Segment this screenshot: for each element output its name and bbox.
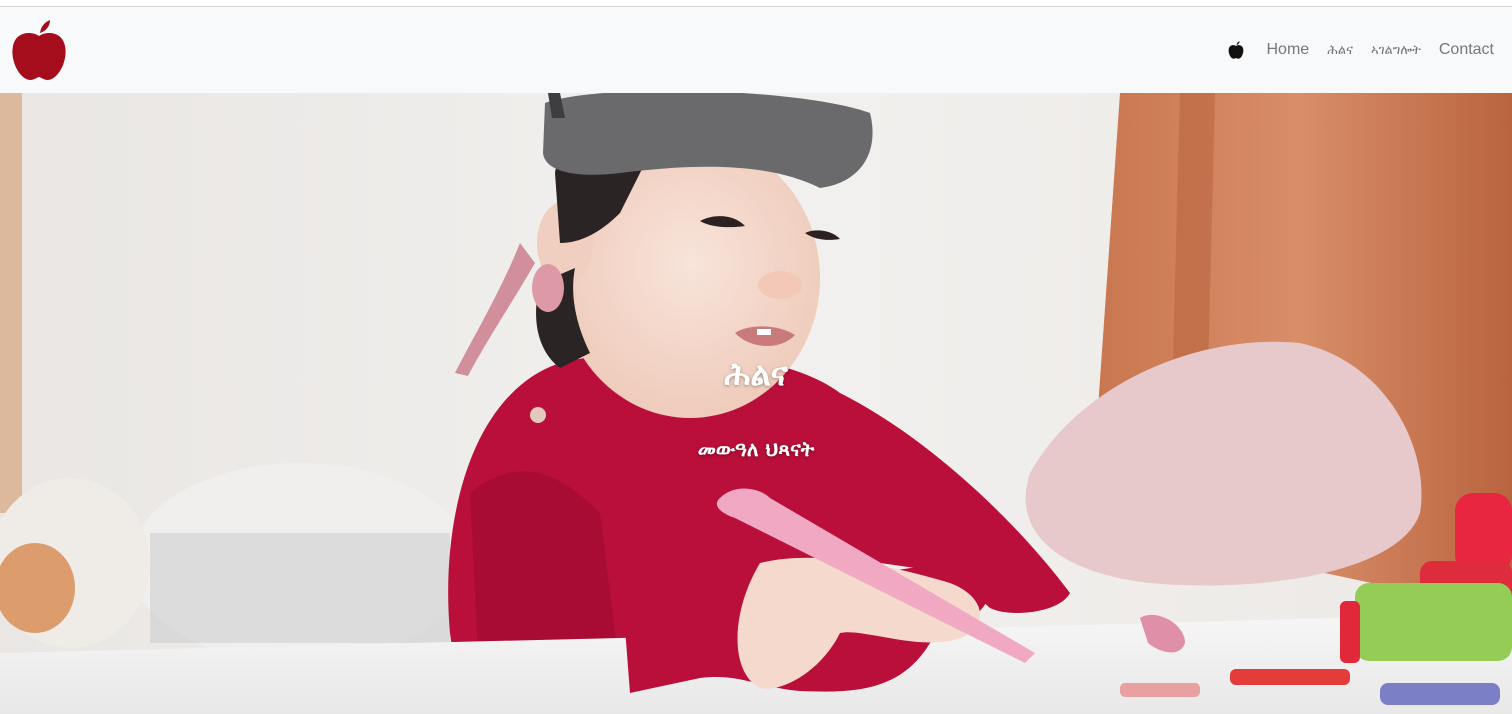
apple-logo-icon: [12, 20, 66, 80]
nav-services[interactable]: ኣገልግሎት: [1362, 7, 1430, 93]
hero-title: ሕልና: [724, 355, 788, 393]
top-border: [0, 0, 1512, 7]
nav-contact[interactable]: Contact: [1430, 7, 1494, 93]
navbar: Home ሕልና ኣገልግሎት Contact: [0, 7, 1512, 93]
hero-subtitle: መውዓለ ህጻናት: [697, 437, 815, 461]
hero-image: [0, 93, 1512, 714]
nav-hilna[interactable]: ሕልና: [1318, 7, 1362, 93]
brand-logo[interactable]: [10, 19, 68, 81]
apple-icon: [1228, 41, 1243, 59]
nav-home[interactable]: Home: [1258, 7, 1319, 93]
hero-banner: ሕልና መውዓለ ህጻናት: [0, 93, 1512, 714]
main-nav: Home ሕልና ኣገልግሎት Contact: [1228, 7, 1494, 93]
